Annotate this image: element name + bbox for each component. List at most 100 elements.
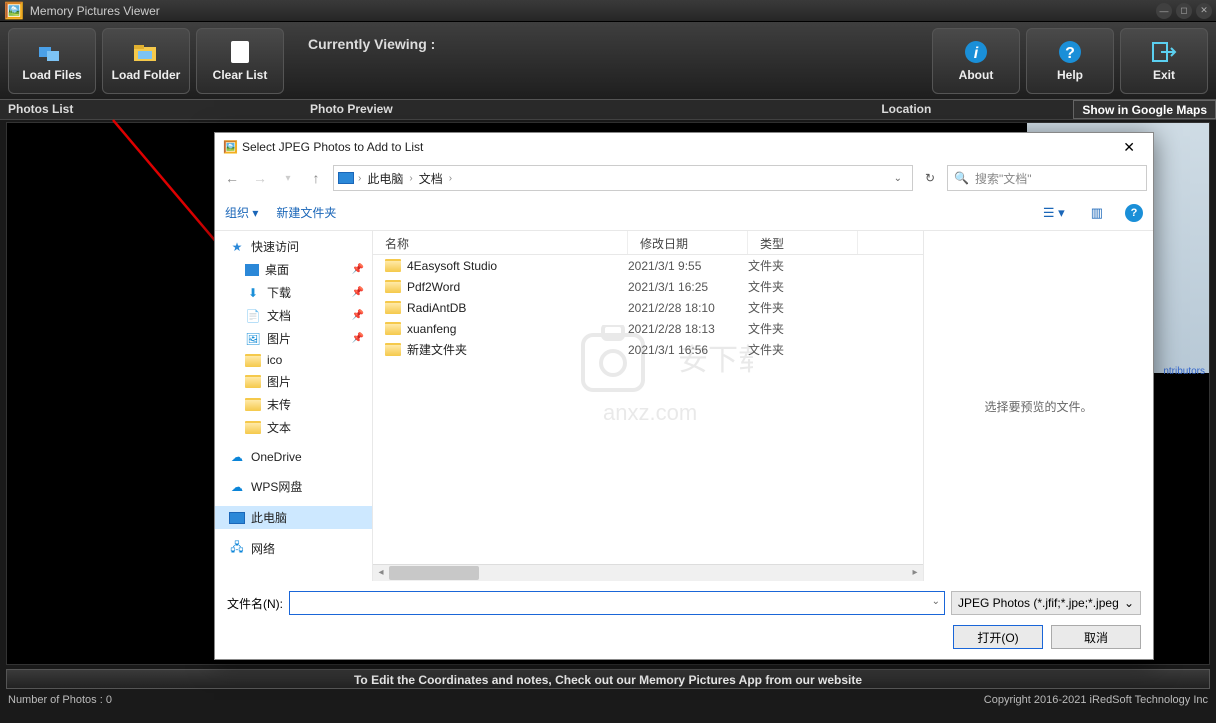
filename-field[interactable] [294, 592, 940, 614]
file-row[interactable]: RadiAntDB 2021/2/28 18:10文件夹 [373, 297, 923, 318]
address-dropdown-button[interactable]: ⌄ [888, 173, 908, 184]
close-button[interactable]: ✕ [1196, 3, 1212, 19]
filename-dropdown-icon[interactable]: ⌄ [932, 596, 940, 607]
refresh-button[interactable]: ↻ [919, 171, 941, 185]
file-type: 文件夹 [748, 341, 858, 358]
folder-icon [245, 421, 261, 434]
nav-back-button[interactable]: ← [221, 167, 243, 189]
tree-network[interactable]: 🖧网络 [215, 537, 372, 560]
svg-text:i: i [974, 45, 979, 62]
search-input[interactable]: 🔍 搜索"文档" [947, 165, 1147, 191]
pin-icon: 📌 [352, 264, 364, 275]
tree-item-label: 图片 [267, 330, 291, 347]
folder-icon [385, 322, 401, 335]
load-folder-button[interactable]: Load Folder [102, 28, 190, 94]
photo-preview-header: Photo Preview [210, 100, 873, 119]
nav-tree[interactable]: ★快速访问 桌面📌⬇下载📌📄文档📌 🖼 图片 📌 ico 图片末传文本 ☁OneDrive… [215, 231, 373, 581]
scroll-thumb[interactable] [389, 566, 479, 580]
tree-item[interactable]: 图片 [215, 370, 372, 393]
minimize-button[interactable]: — [1156, 3, 1172, 19]
tree-item[interactable]: ico [215, 350, 372, 370]
document-icon: 📄 [245, 309, 261, 323]
load-folder-label: Load Folder [112, 68, 181, 82]
app-title: Memory Pictures Viewer [30, 4, 1156, 18]
column-type[interactable]: 类型 [748, 231, 858, 254]
file-list[interactable]: 安下载 anxz.com 4Easysoft Studio2021/3/1 9:5… [373, 255, 923, 564]
file-column-headers[interactable]: 名称 修改日期 类型 [373, 231, 923, 255]
folder-icon [385, 301, 401, 314]
tree-item-label: 图片 [267, 373, 291, 390]
load-files-button[interactable]: Load Files [8, 28, 96, 94]
tree-this-pc[interactable]: 此电脑 [215, 506, 372, 529]
svg-text:?: ? [1065, 45, 1075, 62]
pc-icon [229, 512, 245, 524]
section-headers: Photos List Photo Preview Location Show … [0, 100, 1216, 120]
nav-recent-button[interactable]: ▾ [277, 167, 299, 189]
chevron-down-icon: ⌄ [1124, 596, 1134, 610]
view-options-button[interactable]: ☰ ▾ [1039, 205, 1069, 221]
load-folder-icon [131, 40, 161, 64]
column-date[interactable]: 修改日期 [628, 231, 748, 254]
chevron-right-icon: › [449, 173, 452, 184]
new-folder-button[interactable]: 新建文件夹 [276, 204, 336, 221]
scroll-left-button[interactable]: ◂ [373, 565, 389, 581]
file-date: 2021/3/1 16:25 [628, 280, 748, 294]
folder-icon [245, 354, 261, 367]
tree-item[interactable]: ⬇下载📌 [215, 281, 372, 304]
main-toolbar: Load Files Load Folder Clear List Curren… [0, 22, 1216, 100]
dialog-titlebar: 🖼️ Select JPEG Photos to Add to List ✕ [215, 133, 1153, 161]
tree-item[interactable]: 📄文档📌 [215, 304, 372, 327]
breadcrumb-documents[interactable]: 文档 [417, 170, 445, 187]
file-type: 文件夹 [748, 299, 858, 316]
tree-item[interactable]: 桌面📌 [215, 258, 372, 281]
file-name: 4Easysoft Studio [407, 259, 497, 273]
clear-list-button[interactable]: Clear List [196, 28, 284, 94]
exit-button[interactable]: Exit [1120, 28, 1208, 94]
file-date: 2021/2/28 18:10 [628, 301, 748, 315]
dialog-close-button[interactable]: ✕ [1113, 137, 1145, 158]
show-in-google-maps-button[interactable]: Show in Google Maps [1073, 100, 1216, 119]
cancel-button[interactable]: 取消 [1051, 625, 1141, 649]
tree-onedrive[interactable]: ☁OneDrive [215, 447, 372, 467]
svg-text:安下载: 安下载 [678, 344, 753, 377]
info-icon: i [961, 40, 991, 64]
pc-icon [338, 172, 354, 184]
picture-icon: 🖼 [245, 332, 261, 346]
desktop-icon [245, 264, 259, 276]
tree-item-label: 文本 [267, 419, 291, 436]
tree-item-label: ico [267, 353, 282, 367]
file-type-filter[interactable]: JPEG Photos (*.jfif;*.jpe;*.jpeg⌄ [951, 591, 1141, 615]
filename-input[interactable]: ⌄ [289, 591, 945, 615]
maximize-button[interactable]: ◻ [1176, 3, 1192, 19]
file-row[interactable]: 4Easysoft Studio2021/3/1 9:55文件夹 [373, 255, 923, 276]
help-button[interactable]: ? Help [1026, 28, 1114, 94]
dialog-nav-bar: ← → ▾ ↑ › 此电脑 › 文档 › ⌄ ↻ 🔍 搜索"文档" [215, 161, 1153, 195]
file-row[interactable]: Pdf2Word2021/3/1 16:25文件夹 [373, 276, 923, 297]
folder-icon [385, 343, 401, 356]
window-controls: — ◻ ✕ [1156, 3, 1212, 19]
svg-text:anxz.com: anxz.com [603, 400, 697, 425]
tree-item[interactable]: 文本 [215, 416, 372, 439]
map-attribution: ntributors [1163, 366, 1205, 377]
tree-wps[interactable]: ☁WPS网盘 [215, 475, 372, 498]
nav-up-button[interactable]: ↑ [305, 167, 327, 189]
chevron-right-icon: › [409, 173, 412, 184]
about-button[interactable]: i About [932, 28, 1020, 94]
dialog-help-button[interactable]: ? [1125, 204, 1143, 222]
tree-item[interactable]: 🖼图片📌 [215, 327, 372, 350]
address-bar[interactable]: › 此电脑 › 文档 › ⌄ [333, 165, 913, 191]
column-name[interactable]: 名称 [373, 231, 628, 254]
tree-quick-access[interactable]: ★快速访问 [215, 235, 372, 258]
search-placeholder: 搜索"文档" [975, 170, 1032, 187]
open-button[interactable]: 打开(O) [953, 625, 1043, 649]
currently-viewing-label: Currently Viewing : [308, 28, 926, 52]
breadcrumb-pc[interactable]: 此电脑 [365, 170, 405, 187]
preview-pane-button[interactable]: ▥ [1087, 205, 1107, 221]
dialog-footer: 文件名(N): ⌄ JPEG Photos (*.jfif;*.jpe;*.jp… [215, 581, 1153, 659]
organize-menu[interactable]: 组织 ▾ [225, 204, 258, 221]
scroll-right-button[interactable]: ▸ [907, 565, 923, 581]
nav-forward-button[interactable]: → [249, 167, 271, 189]
file-name: RadiAntDB [407, 301, 466, 315]
tree-item[interactable]: 末传 [215, 393, 372, 416]
horizontal-scrollbar[interactable]: ◂ ▸ [373, 564, 923, 581]
